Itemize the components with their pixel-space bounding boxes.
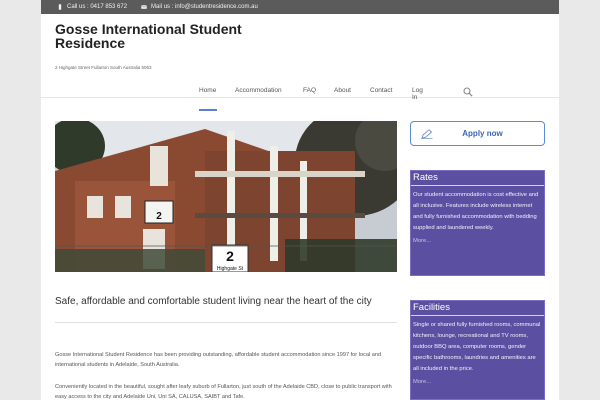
sign-number: 2 — [226, 248, 234, 264]
apply-now-label: Apply now — [462, 129, 503, 138]
intro-paragraph-1: Gosse International Student Residence ha… — [55, 352, 382, 368]
call-text: Call us : 0417 853 672 — [67, 4, 128, 10]
intro-heading: Safe, affordable and comfortable student… — [55, 296, 372, 307]
page: Call us : 0417 853 672 Mail us : info@st… — [41, 0, 559, 400]
rates-text: Our student accommodation is cost effect… — [413, 192, 539, 231]
sign-street: Highgate St — [217, 266, 244, 272]
call-info[interactable]: Call us : 0417 853 672 — [57, 4, 127, 10]
apply-now-button[interactable]: Apply now — [410, 121, 545, 146]
nav-home[interactable]: Home — [199, 87, 216, 94]
plaque-number: 2 — [156, 211, 162, 222]
nav-active-indicator — [199, 109, 217, 111]
header: Gosse International Student Residence 2 … — [41, 14, 559, 111]
nav-contact[interactable]: Contact — [370, 87, 392, 94]
rates-heading: Rates — [411, 171, 544, 186]
facilities-box: Facilities Single or shared fully furnis… — [410, 300, 545, 400]
nav-accommodation[interactable]: Accommodation — [235, 87, 282, 94]
envelope-icon — [141, 5, 147, 9]
nav-about[interactable]: About — [334, 87, 351, 94]
facilities-heading: Facilities — [411, 301, 544, 316]
nav-login[interactable]: Log In — [412, 87, 423, 101]
site-tagline: 2 Highgate Street Fullarton South Austra… — [55, 65, 152, 70]
hero-building-image: 2 2 Highgate St — [55, 121, 397, 272]
facilities-text: Single or shared fully furnished rooms, … — [413, 322, 541, 372]
rates-box: Rates Our student accommodation is cost … — [410, 170, 545, 276]
mail-text: Mail us : info@studentresidence.com.au — [151, 4, 258, 10]
facilities-more-link[interactable]: More... — [411, 375, 544, 385]
mail-info[interactable]: Mail us : info@studentresidence.com.au — [141, 4, 258, 10]
divider — [55, 322, 397, 323]
intro-paragraph-2: Conveniently located in the beautiful, s… — [55, 384, 392, 400]
rates-more-link[interactable]: More... — [411, 234, 544, 244]
search-icon[interactable] — [463, 87, 473, 97]
nav-faq[interactable]: FAQ — [303, 87, 316, 94]
phone-icon — [58, 4, 62, 10]
site-title[interactable]: Gosse International Student Residence — [55, 22, 305, 50]
top-bar: Call us : 0417 853 672 Mail us : info@st… — [41, 0, 559, 14]
